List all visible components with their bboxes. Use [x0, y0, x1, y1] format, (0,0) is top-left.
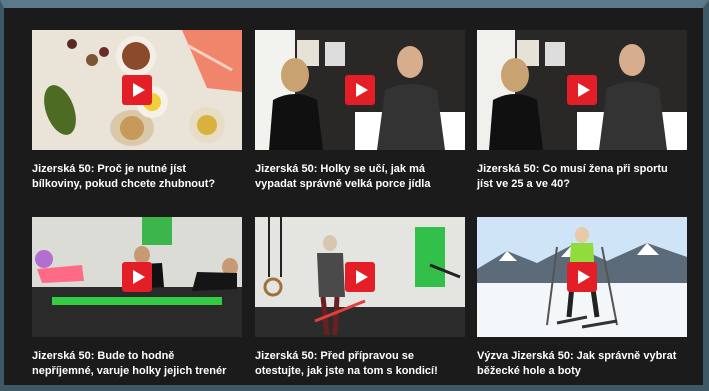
video-title-line[interactable]: bílkoviny, pokud chcete zhubnout?	[32, 177, 242, 192]
video-thumbnail[interactable]	[477, 217, 687, 337]
video-thumbnail[interactable]	[32, 217, 242, 337]
video-title-line[interactable]: otestujte, jak jste na tom s kondicí!	[255, 364, 465, 379]
video-title-line[interactable]: vypadat správně velká porce jídla	[255, 177, 465, 192]
video-title[interactable]: Jizerská 50: Proč je nutné jíst bílkovin…	[32, 162, 242, 192]
video-title[interactable]: Jizerská 50: Bude to hodně nepříjemné, v…	[32, 349, 242, 379]
video-title-line[interactable]: Jizerská 50: Před přípravou se	[255, 349, 465, 364]
video-title[interactable]: Jizerská 50: Před přípravou se otestujte…	[255, 349, 465, 379]
video-card[interactable]: Jizerská 50: Před přípravou se otestujte…	[255, 217, 465, 379]
play-icon[interactable]	[122, 75, 152, 105]
video-title[interactable]: Výzva Jizerská 50: Jak správně vybrat bě…	[477, 349, 687, 379]
video-title-line[interactable]: Jizerská 50: Proč je nutné jíst	[32, 162, 242, 177]
video-thumbnail[interactable]	[255, 217, 465, 337]
play-icon[interactable]	[567, 262, 597, 292]
video-thumbnail[interactable]	[32, 30, 242, 150]
video-title-line[interactable]: Jizerská 50: Holky se učí, jak má	[255, 162, 465, 177]
video-grid: Jizerská 50: Proč je nutné jíst bílkovin…	[0, 0, 709, 391]
video-title-line[interactable]: Jizerská 50: Bude to hodně	[32, 349, 242, 364]
play-icon[interactable]	[567, 75, 597, 105]
video-title-line[interactable]: nepříjemné, varuje holky jejich trenér	[32, 364, 242, 379]
video-title-line[interactable]: Jizerská 50: Co musí žena při sportu	[477, 162, 687, 177]
video-title[interactable]: Jizerská 50: Holky se učí, jak má vypada…	[255, 162, 465, 192]
video-card[interactable]: Jizerská 50: Co musí žena při sportu jís…	[477, 30, 687, 192]
video-title-line[interactable]: Výzva Jizerská 50: Jak správně vybrat	[477, 349, 687, 364]
video-card[interactable]: Jizerská 50: Holky se učí, jak má vypada…	[255, 30, 465, 192]
video-thumbnail[interactable]	[255, 30, 465, 150]
video-title-line[interactable]: běžecké hole a boty	[477, 364, 687, 379]
video-title[interactable]: Jizerská 50: Co musí žena při sportu jís…	[477, 162, 687, 192]
play-icon[interactable]	[122, 262, 152, 292]
video-card[interactable]: Jizerská 50: Bude to hodně nepříjemné, v…	[32, 217, 242, 379]
video-card[interactable]: Výzva Jizerská 50: Jak správně vybrat bě…	[477, 217, 687, 379]
play-icon[interactable]	[345, 75, 375, 105]
video-title-line[interactable]: jíst ve 25 a ve 40?	[477, 177, 687, 192]
video-card[interactable]: Jizerská 50: Proč je nutné jíst bílkovin…	[32, 30, 242, 192]
play-icon[interactable]	[345, 262, 375, 292]
video-thumbnail[interactable]	[477, 30, 687, 150]
